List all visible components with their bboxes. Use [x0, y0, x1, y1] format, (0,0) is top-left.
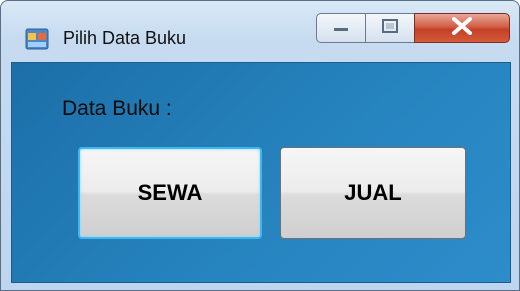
form-panel: Data Buku : SEWA JUAL — [11, 62, 511, 283]
close-button[interactable] — [414, 13, 510, 43]
sewa-button[interactable]: SEWA — [78, 147, 262, 239]
minimize-icon — [332, 19, 350, 37]
app-form-icon — [25, 27, 49, 51]
data-buku-label: Data Buku : — [62, 97, 172, 120]
maximize-icon — [381, 18, 399, 39]
maximize-button[interactable] — [365, 13, 415, 43]
minimize-button[interactable] — [316, 13, 366, 43]
jual-button[interactable]: JUAL — [280, 147, 466, 239]
dialog-window: Pilih Data Buku Data Buku : SEWA JUAL — [0, 0, 520, 291]
close-icon — [451, 16, 473, 40]
window-title: Pilih Data Buku — [63, 28, 187, 48]
title-bar[interactable]: Pilih Data Buku — [1, 1, 519, 61]
